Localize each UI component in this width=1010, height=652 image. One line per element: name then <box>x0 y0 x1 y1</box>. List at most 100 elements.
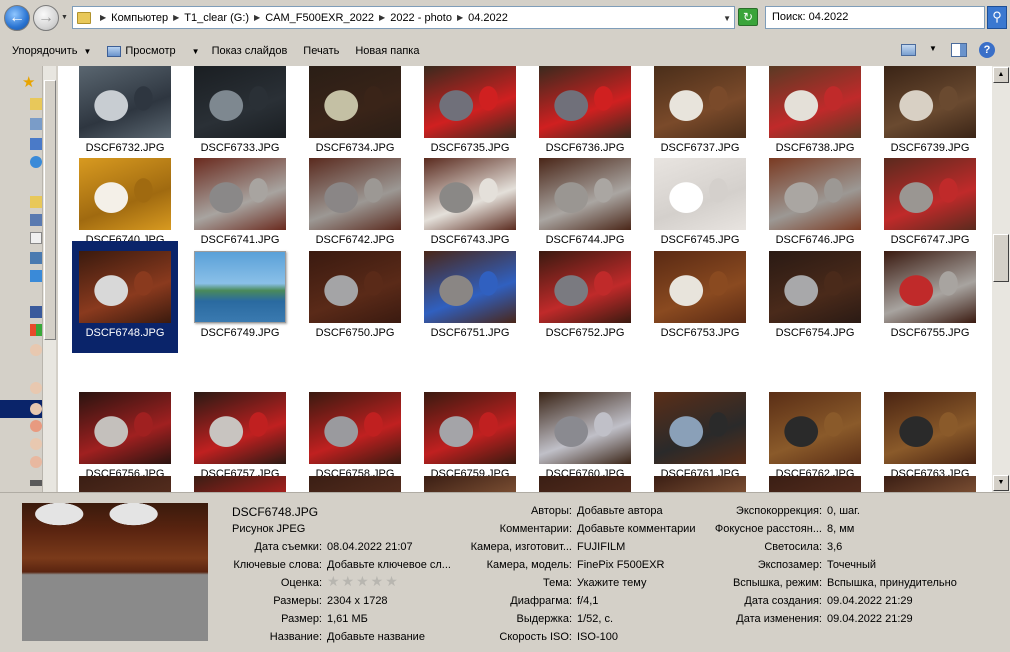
file-tile[interactable]: DSCF6752.JPG <box>532 241 638 353</box>
property-value[interactable]: 0, шаг. <box>827 505 860 517</box>
breadcrumb-computer[interactable]: Компьютер ▶ <box>111 12 184 24</box>
computer-icon[interactable] <box>30 306 42 318</box>
file-tile[interactable]: DSCF6748.JPG <box>72 241 178 353</box>
file-thumbnail <box>194 158 286 230</box>
windows-icon[interactable] <box>30 324 42 336</box>
file-tile[interactable] <box>762 466 868 492</box>
nav-scrollbar[interactable] <box>42 66 56 492</box>
file-tile[interactable]: DSCF6754.JPG <box>762 241 868 353</box>
property-value[interactable]: 3,6 <box>827 541 842 553</box>
user-icon[interactable] <box>30 344 42 356</box>
arrow-right-icon: → <box>38 9 54 26</box>
breadcrumb-sep[interactable]: ▶ <box>95 13 111 22</box>
arrow-left-icon: ← <box>9 9 25 26</box>
property-value[interactable]: 1/52, с. <box>577 613 613 625</box>
forward-button[interactable]: → <box>33 5 59 31</box>
property-value[interactable]: Добавьте автора <box>577 505 663 517</box>
property-value[interactable]: Добавьте ключевое сл... <box>327 559 451 571</box>
browser-icon[interactable] <box>30 156 42 168</box>
address-bar[interactable]: ▶ Компьютер ▶ T1_clear (G:) ▶ CAM_F500EXR_… <box>72 6 735 29</box>
folder-icon[interactable] <box>30 196 42 208</box>
breadcrumb-drive[interactable]: T1_clear (G:) ▶ <box>184 12 265 24</box>
file-tile[interactable]: DSCF6753.JPG <box>647 241 753 353</box>
property-value[interactable]: Добавьте название <box>327 631 425 643</box>
property-value[interactable]: 08.04.2022 21:07 <box>327 541 413 553</box>
desktop-icon[interactable] <box>30 138 42 150</box>
breadcrumb-current[interactable]: 04.2022 <box>468 12 508 24</box>
slideshow-button[interactable]: Показ слайдов <box>212 45 288 57</box>
property-value[interactable]: 2304 x 1728 <box>327 595 388 607</box>
address-dropdown-icon[interactable]: ▼ <box>723 14 731 23</box>
nav-scrollbar-thumb[interactable] <box>44 80 56 340</box>
scrollbar-thumb[interactable] <box>993 234 1009 282</box>
file-tile[interactable] <box>302 466 408 492</box>
file-tile[interactable]: DSCF6749.JPG <box>187 241 293 353</box>
property-value[interactable]: FinePix F500EXR <box>577 559 664 571</box>
file-thumbnail <box>654 251 746 323</box>
file-thumbnail <box>654 392 746 464</box>
scroll-down-button[interactable]: ▼ <box>993 475 1009 491</box>
file-thumbnail <box>79 476 171 492</box>
scroll-up-button[interactable]: ▲ <box>993 67 1009 83</box>
file-tile[interactable] <box>417 466 523 492</box>
property-label: Оценка: <box>280 577 322 589</box>
property-value[interactable]: 1,61 МБ <box>327 613 368 625</box>
views-dropdown-icon[interactable]: ▼ <box>929 44 937 53</box>
user-icon[interactable] <box>30 382 42 394</box>
search-button[interactable]: ⚲ <box>987 6 1007 29</box>
property-value[interactable]: 09.04.2022 21:29 <box>827 595 913 607</box>
user-icon[interactable] <box>30 438 42 450</box>
property-value[interactable]: Точечный <box>827 559 876 571</box>
favorites-star-icon[interactable]: ★ <box>22 75 36 90</box>
user-icon[interactable] <box>30 456 42 468</box>
file-tile[interactable] <box>647 466 753 492</box>
new-folder-button[interactable]: Новая папка <box>355 45 419 57</box>
property-label: Светосила: <box>764 541 822 553</box>
property-value[interactable]: Вспышка, принудительно <box>827 577 957 589</box>
search-input[interactable]: Поиск: 04.2022 <box>765 6 985 29</box>
breadcrumb-camera-folder[interactable]: CAM_F500EXR_2022 ▶ <box>265 12 390 24</box>
file-thumbnail <box>424 476 516 492</box>
file-tile[interactable] <box>187 466 293 492</box>
file-tile[interactable] <box>877 466 983 492</box>
file-tile[interactable] <box>532 466 638 492</box>
file-thumbnail <box>309 251 401 323</box>
property-value[interactable]: FUJIFILM <box>577 541 625 553</box>
video-icon[interactable] <box>30 214 42 226</box>
preview-pane-icon[interactable] <box>951 43 967 57</box>
file-tile[interactable]: DSCF6750.JPG <box>302 241 408 353</box>
property-value[interactable]: f/4,1 <box>577 595 598 607</box>
history-dropdown-icon[interactable]: ▼ <box>61 14 69 22</box>
back-button[interactable]: ← <box>4 5 30 31</box>
print-button[interactable]: Печать <box>303 45 339 57</box>
documents-icon[interactable] <box>30 118 42 130</box>
property-value[interactable]: Укажите тему <box>577 577 646 589</box>
vertical-scrollbar[interactable]: ▲ ▼ <box>992 66 1010 492</box>
property-value[interactable]: ISO-100 <box>577 631 618 643</box>
music-icon[interactable] <box>30 270 42 282</box>
file-thumbnail <box>654 66 746 138</box>
breadcrumb-photo-folder[interactable]: 2022 - photo ▶ <box>390 12 468 24</box>
preview-button[interactable]: Просмотр <box>107 45 176 57</box>
drive-icon[interactable] <box>30 480 42 486</box>
pictures-icon[interactable] <box>30 252 42 264</box>
user-icon[interactable] <box>30 420 42 432</box>
property-value[interactable]: Добавьте комментарии <box>577 523 695 535</box>
file-thumbnail <box>884 392 976 464</box>
property-label: Дата изменения: <box>736 613 822 625</box>
user-icon[interactable] <box>30 403 42 415</box>
property-value[interactable]: 8, мм <box>827 523 854 535</box>
views-icon[interactable] <box>901 44 916 56</box>
file-tile[interactable]: DSCF6755.JPG <box>877 241 983 353</box>
help-icon[interactable]: ? <box>979 42 995 58</box>
file-list[interactable]: DSCF6732.JPG DSCF6733.JPG DSCF6734.JPG DSCF… <box>58 66 992 492</box>
rating-stars[interactable]: ★★★★★ <box>327 573 400 590</box>
file-tile[interactable]: DSCF6751.JPG <box>417 241 523 353</box>
document-icon[interactable] <box>30 232 42 244</box>
file-tile[interactable] <box>72 466 178 492</box>
property-value[interactable]: 09.04.2022 21:29 <box>827 613 913 625</box>
preview-dropdown[interactable]: ▼ <box>186 47 200 56</box>
organize-button[interactable]: Упорядочить ▼ <box>12 45 91 57</box>
folder-icon[interactable] <box>30 98 42 110</box>
refresh-button[interactable]: ↻ <box>738 8 758 26</box>
